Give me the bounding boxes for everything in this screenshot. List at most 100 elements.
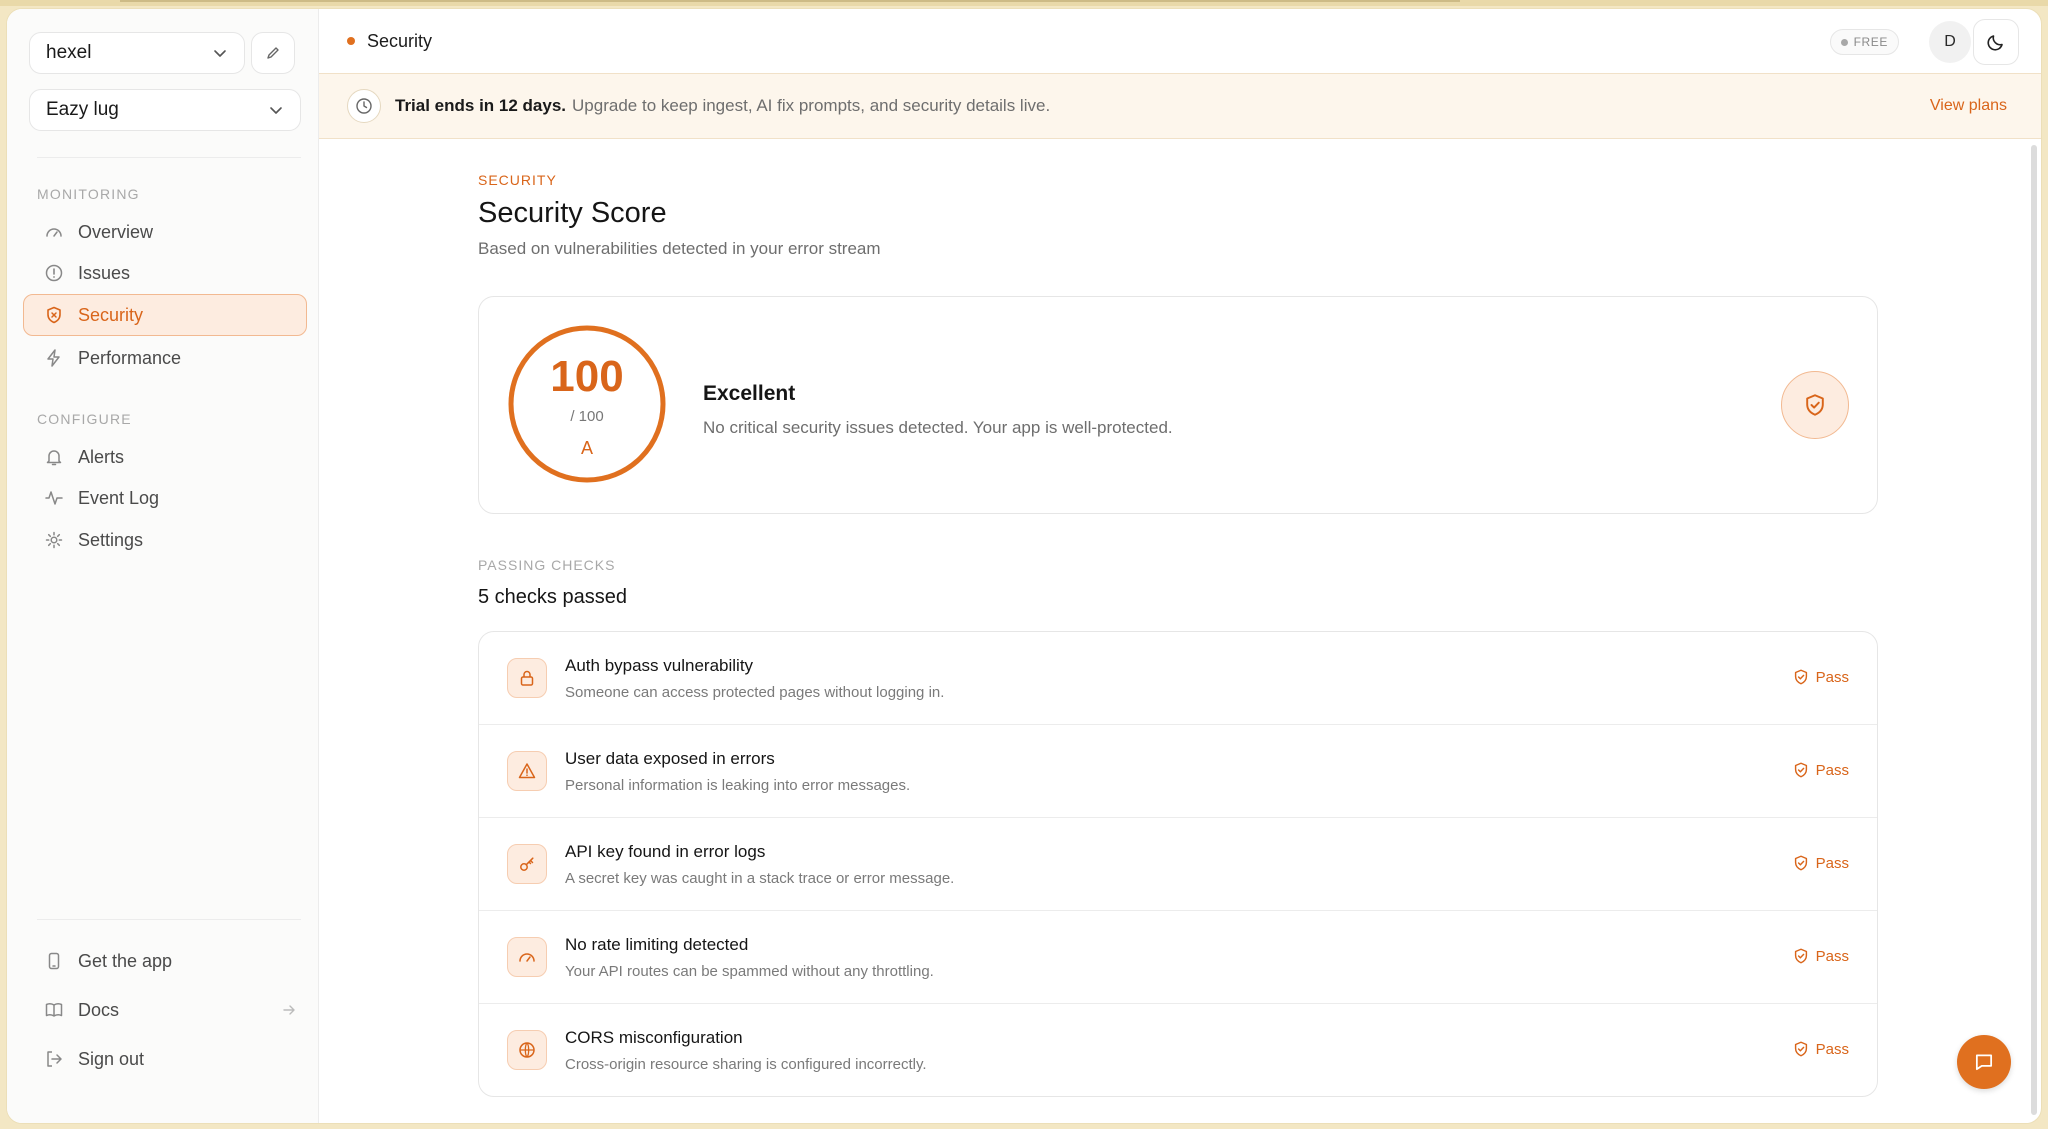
score-ring <box>508 325 666 483</box>
workspace-select[interactable]: hexel <box>29 32 245 74</box>
breadcrumb: Security <box>367 30 433 51</box>
score-description: No critical security issues detected. Yo… <box>703 418 1173 437</box>
window-top-strip <box>0 0 2048 6</box>
check-status-badge: Pass <box>1792 1040 1849 1058</box>
check-status-badge: Pass <box>1792 854 1849 872</box>
project-select[interactable]: Eazy lug <box>29 89 301 131</box>
phone-icon <box>48 952 60 970</box>
page-subtitle: Based on vulnerabilities detected in you… <box>478 239 881 258</box>
sidebar-divider <box>37 157 301 158</box>
sidebar-item-performance[interactable]: Performance <box>23 337 307 379</box>
shield-icon <box>47 306 61 324</box>
check-title: Auth bypass vulnerability <box>565 656 754 675</box>
sidebar-item-docs[interactable]: Docs <box>23 989 307 1031</box>
check-description: A secret key was caught in a stack trace… <box>565 870 955 887</box>
scrollbar[interactable] <box>2031 145 2037 1115</box>
check-row[interactable]: API key found in error logs A secret key… <box>479 818 1877 911</box>
score-label: Excellent <box>703 382 796 405</box>
sidebar-item-alerts[interactable]: Alerts <box>23 436 307 478</box>
sidebar-item-label: Security <box>78 304 144 325</box>
sign-out-icon <box>47 1051 62 1067</box>
plan-dot <box>1840 38 1848 46</box>
sidebar-item-label: Settings <box>78 529 144 550</box>
sidebar-item-settings[interactable]: Settings <box>23 519 307 561</box>
check-description: Someone can access protected pages witho… <box>565 684 945 701</box>
sidebar-item-sign-out[interactable]: Sign out <box>23 1038 307 1080</box>
gauge-icon <box>46 228 62 237</box>
shield-check-icon <box>1794 762 1807 778</box>
clock-icon <box>347 89 381 123</box>
globe-icon <box>507 1030 547 1070</box>
checks-title: 5 checks passed <box>478 586 627 608</box>
sidebar-item-label: Alerts <box>78 446 125 467</box>
pencil-icon <box>267 47 279 59</box>
trial-banner: Trial ends in 12 days. Upgrade to keep i… <box>319 73 2041 139</box>
configure-section-label: CONFIGURE <box>37 411 132 427</box>
workspace-name: hexel <box>46 42 92 63</box>
score-out-of: / 100 <box>570 408 604 425</box>
plan-label: FREE <box>1853 35 1888 49</box>
theme-toggle-button[interactable] <box>1973 19 2019 65</box>
sidebar-item-event-log[interactable]: Event Log <box>23 477 307 519</box>
window-title-bar <box>120 0 1460 2</box>
moon-icon <box>1987 35 2003 51</box>
check-description: Cross-origin resource sharing is configu… <box>565 1056 927 1073</box>
check-row[interactable]: CORS misconfiguration Cross-origin resou… <box>479 1004 1877 1096</box>
sidebar-item-security[interactable]: Security <box>23 294 307 336</box>
sidebar-item-label: Event Log <box>78 487 160 508</box>
sidebar-item-label: Get the app <box>78 950 173 971</box>
sidebar-item-label: Performance <box>78 347 182 368</box>
edit-workspace-button[interactable] <box>251 32 295 74</box>
alert-circle-icon <box>45 264 63 282</box>
bolt-icon <box>47 349 60 367</box>
trial-banner-text: Upgrade to keep ingest, AI fix prompts, … <box>572 96 1051 115</box>
shield-check-icon <box>1794 669 1807 685</box>
check-title: User data exposed in errors <box>565 749 775 768</box>
check-status-label: Pass <box>1815 668 1849 686</box>
app-window: hexel Eazy lug MONITORING Overview Issue… <box>6 8 2042 1124</box>
avatar[interactable]: D <box>1929 21 1971 63</box>
sidebar-item-overview[interactable]: Overview <box>23 211 307 253</box>
key-icon <box>507 844 547 884</box>
shield-check-icon <box>1794 855 1807 871</box>
check-title: CORS misconfiguration <box>565 1028 743 1047</box>
trial-banner-title: Trial ends in 12 days. <box>395 96 567 115</box>
chat-support-button[interactable] <box>1957 1035 2011 1089</box>
check-status-badge: Pass <box>1792 668 1849 686</box>
top-header: Security <box>319 9 2041 73</box>
check-row[interactable]: User data exposed in errors Personal inf… <box>479 725 1877 818</box>
checks-list: Auth bypass vulnerability Someone can ac… <box>478 631 1878 1097</box>
monitoring-section-label: MONITORING <box>37 186 140 202</box>
chat-icon <box>1975 1054 1993 1071</box>
check-description: Personal information is leaking into err… <box>565 777 911 794</box>
sidebar-item-label: Issues <box>78 262 131 283</box>
warning-icon <box>507 751 547 791</box>
view-plans-link[interactable]: View plans <box>1930 97 2007 115</box>
shield-check-icon <box>1781 371 1849 439</box>
check-row[interactable]: Auth bypass vulnerability Someone can ac… <box>479 632 1877 725</box>
check-status-badge: Pass <box>1792 761 1849 779</box>
check-row[interactable]: No rate limiting detected Your API route… <box>479 911 1877 1004</box>
sidebar-divider <box>37 919 301 920</box>
activity-icon <box>45 491 63 505</box>
security-score-card: 100 / 100 A Excellent No critical securi… <box>478 296 1878 514</box>
sidebar-item-issues[interactable]: Issues <box>23 252 307 294</box>
check-status-label: Pass <box>1815 1040 1849 1058</box>
bell-icon <box>46 450 62 466</box>
check-title: No rate limiting detected <box>565 935 749 954</box>
check-status-badge: Pass <box>1792 947 1849 965</box>
chevron-down-icon <box>214 50 226 57</box>
sidebar-item-get-the-app[interactable]: Get the app <box>23 940 307 982</box>
sidebar-item-label: Sign out <box>78 1048 145 1069</box>
gauge-icon <box>507 937 547 977</box>
sidebar: hexel Eazy lug MONITORING Overview Issue… <box>7 9 319 1123</box>
gear-icon <box>45 531 63 549</box>
sidebar-item-label: Overview <box>78 221 154 242</box>
lock-icon <box>507 658 547 698</box>
page-title: Security Score <box>478 197 667 229</box>
status-dot <box>347 37 355 45</box>
check-title: API key found in error logs <box>565 842 766 861</box>
arrow-right-icon <box>283 1005 295 1015</box>
checks-eyebrow: PASSING CHECKS <box>478 557 616 573</box>
shield-check-icon <box>1794 1041 1807 1057</box>
